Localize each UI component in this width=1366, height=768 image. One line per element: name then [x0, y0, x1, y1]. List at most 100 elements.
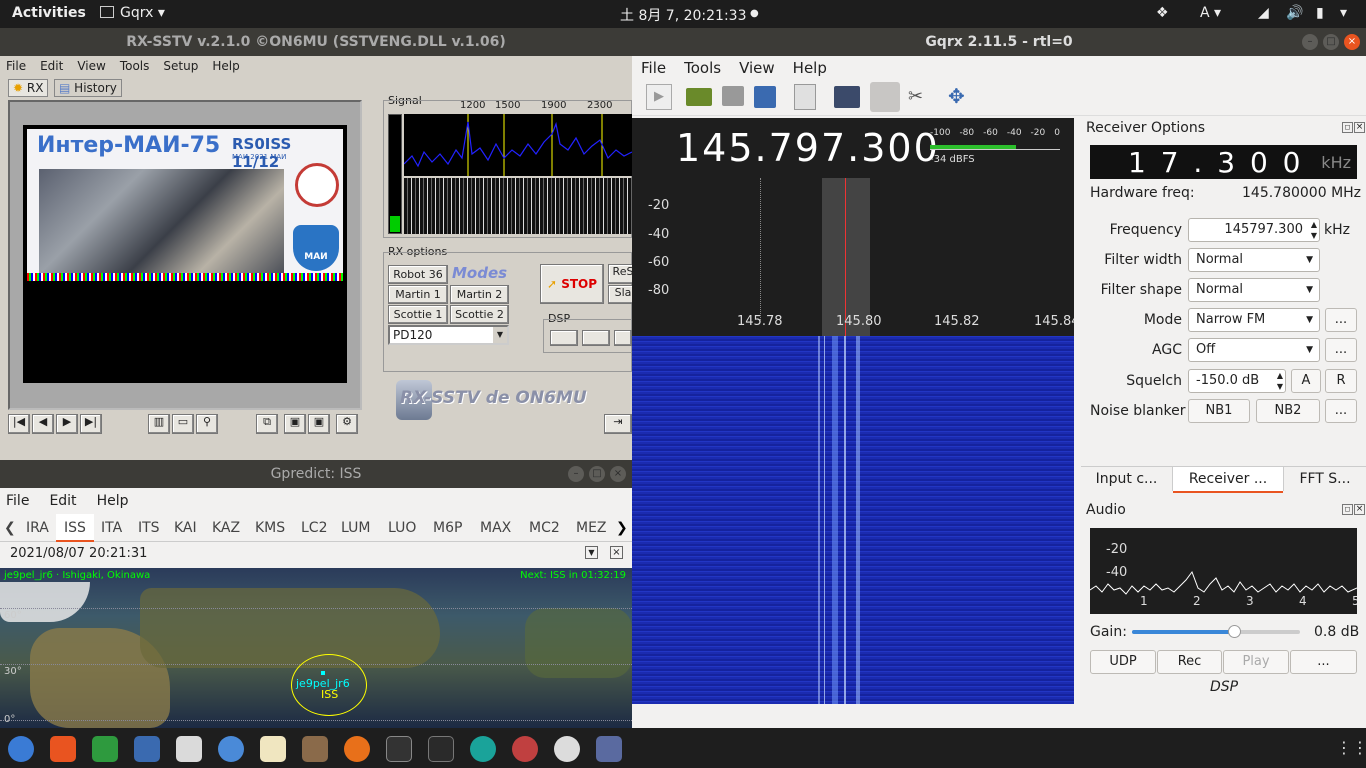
tab-max[interactable]: MAX	[480, 514, 511, 542]
play-button[interactable]: Play	[1223, 650, 1289, 674]
menu-tools[interactable]: Tools	[120, 56, 150, 76]
panel-close-icon[interactable]: ×	[1354, 122, 1365, 133]
spin-arrows-icon[interactable]: ▲ ▼	[1311, 219, 1317, 241]
archive-icon[interactable]	[302, 736, 328, 762]
mode-select[interactable]: Narrow FM ▼	[1188, 308, 1320, 332]
activities-button[interactable]: Activities	[12, 5, 86, 21]
document-icon[interactable]	[134, 736, 160, 762]
dsp-button-3[interactable]	[614, 330, 632, 346]
dropbox-icon[interactable]: ❖	[1156, 5, 1169, 21]
save-as-button[interactable]: ▣	[308, 414, 330, 434]
menu-tools[interactable]: Tools	[684, 56, 721, 80]
mode-scottie2-button[interactable]: Scottie 2	[450, 305, 509, 324]
help-icon[interactable]	[8, 736, 34, 762]
close-icon[interactable]: ×	[1344, 34, 1360, 50]
menu-help[interactable]: Help	[793, 56, 827, 80]
frequency-display[interactable]: 145.797.300	[676, 126, 940, 170]
gpredict-titlebar[interactable]: Gpredict: ISS	[0, 460, 632, 488]
tab-rx[interactable]: ✹ RX	[8, 79, 49, 97]
agc-select[interactable]: Off ▼	[1188, 338, 1320, 362]
nb1-button[interactable]: NB1	[1188, 399, 1250, 423]
filter-passband[interactable]	[822, 178, 870, 336]
fullscreen-icon[interactable]: ✥	[948, 84, 965, 108]
tab-lc2[interactable]: LC2	[301, 514, 327, 542]
tab-ira[interactable]: IRA	[26, 514, 49, 542]
gqrx-icon[interactable]	[428, 736, 454, 762]
undock-icon[interactable]: ◻	[1342, 122, 1353, 133]
play-icon[interactable]: ▶	[646, 84, 672, 110]
bookmark-icon[interactable]	[794, 84, 816, 110]
exit-button[interactable]: ⇥	[604, 414, 632, 434]
udp-button[interactable]: UDP	[1090, 650, 1156, 674]
filter-width-select[interactable]: Normal ▼	[1188, 248, 1320, 272]
save-button[interactable]: ▣	[284, 414, 306, 434]
zoom-button[interactable]: ⚲	[196, 414, 218, 434]
tab-m6p[interactable]: M6P	[433, 514, 462, 542]
agc-options-button[interactable]: ...	[1325, 338, 1357, 362]
system-menu-chevron-icon[interactable]: ▾	[1340, 5, 1347, 21]
app-grid-icon[interactable]: ⋮⋮	[1336, 738, 1366, 757]
waterfall[interactable]	[632, 336, 1074, 704]
tools-icon[interactable]: ✂	[908, 86, 923, 107]
network-icon[interactable]: ◢	[1258, 5, 1269, 21]
tab-lum[interactable]: LUM	[341, 514, 370, 542]
mode-options-button[interactable]: ...	[1325, 308, 1357, 332]
first-image-button[interactable]: |◀	[8, 414, 30, 434]
tab-ita[interactable]: ITA	[101, 514, 122, 542]
last-image-button[interactable]: ▶|	[80, 414, 102, 434]
editor-icon[interactable]	[260, 736, 286, 762]
menu-help[interactable]: Help	[212, 56, 239, 76]
squelch-reset-button[interactable]: R	[1325, 369, 1357, 393]
tab-mc2[interactable]: MC2	[529, 514, 560, 542]
tab-kai[interactable]: KAI	[174, 514, 197, 542]
gallery-button[interactable]: ▥	[148, 414, 170, 434]
tab-luo[interactable]: LUO	[388, 514, 416, 542]
gain-slider[interactable]	[1132, 625, 1300, 638]
tab-fft-settings[interactable]: FFT S...	[1283, 467, 1366, 491]
record-button[interactable]: Rec	[1157, 650, 1222, 674]
audio-options-button[interactable]: ...	[1290, 650, 1357, 674]
minimize-icon[interactable]: –	[568, 466, 584, 482]
maximize-icon[interactable]: □	[1323, 34, 1339, 50]
stop-button[interactable]: ➚ STOP	[540, 264, 604, 304]
offset-display[interactable]: 1 7 . 3 0 0 kHz	[1090, 145, 1357, 179]
menu-file[interactable]: File	[641, 56, 666, 80]
copy-button[interactable]: ⧉	[256, 414, 278, 434]
next-image-button[interactable]: ▶	[56, 414, 78, 434]
tabs-scroll-right-icon[interactable]: ❯	[616, 514, 628, 542]
menu-file[interactable]: File	[6, 56, 26, 76]
menu-view[interactable]: View	[77, 56, 105, 76]
menu-file[interactable]: File	[6, 488, 29, 514]
menu-help[interactable]: Help	[97, 488, 129, 514]
tab-iss[interactable]: ISS	[56, 514, 94, 542]
tabs-scroll-left-icon[interactable]: ❮	[4, 514, 16, 542]
tab-kaz[interactable]: KAZ	[212, 514, 240, 542]
close-icon[interactable]: ×	[610, 466, 626, 482]
panel-close-icon[interactable]: ×	[1354, 504, 1365, 515]
mode-robot36-button[interactable]: Robot 36	[388, 265, 448, 284]
screenshot-icon[interactable]	[834, 86, 860, 108]
volume-icon[interactable]: 🔊	[1286, 5, 1303, 21]
rxsstv-icon[interactable]	[596, 736, 622, 762]
mode-martin2-button[interactable]: Martin 2	[450, 285, 509, 304]
squelch-input[interactable]: -150.0 dB ▲ ▼	[1188, 369, 1286, 393]
minimize-icon[interactable]: –	[1302, 34, 1318, 50]
mode-scottie1-button[interactable]: Scottie 1	[388, 305, 448, 324]
spin-arrows-icon[interactable]: ▲ ▼	[1277, 370, 1283, 392]
app-menu[interactable]: Gqrx ▾	[100, 5, 165, 21]
satellite-icon[interactable]	[554, 736, 580, 762]
tab-its[interactable]: ITS	[138, 514, 160, 542]
open-folder-icon[interactable]	[722, 86, 744, 106]
clock[interactable]: 土 8月 7, 20:21:33	[620, 5, 747, 25]
nb2-button[interactable]: NB2	[1256, 399, 1320, 423]
previous-image-button[interactable]: ◀	[32, 414, 54, 434]
rxsstv-titlebar[interactable]: RX-SSTV v.2.1.0 ©ON6MU (SSTVENG.DLL v.1.…	[0, 28, 632, 56]
dsp-button-2[interactable]	[582, 330, 610, 346]
frequency-input[interactable]: 145797.300 ▲ ▼	[1188, 218, 1320, 242]
settings-button[interactable]: ⚙	[336, 414, 358, 434]
firefox-icon[interactable]	[344, 736, 370, 762]
dsp-button-1[interactable]	[550, 330, 578, 346]
menu-setup[interactable]: Setup	[163, 56, 198, 76]
reset-button[interactable]: ReS	[608, 264, 632, 284]
menu-edit[interactable]: Edit	[40, 56, 63, 76]
